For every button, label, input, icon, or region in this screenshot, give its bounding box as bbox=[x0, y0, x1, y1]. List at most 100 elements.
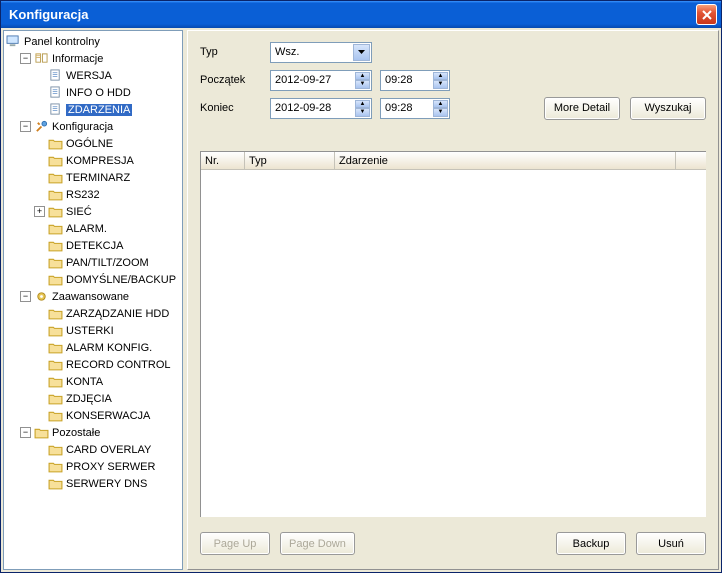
backup-button[interactable]: Backup bbox=[556, 532, 626, 555]
chevron-down-icon[interactable]: ▼ bbox=[355, 80, 370, 89]
tree-card-overlay[interactable]: CARD OVERLAY bbox=[34, 441, 180, 458]
tree-zdarzenia[interactable]: ZDARZENIA bbox=[34, 101, 180, 118]
tree-kompresja-label: KOMPRESJA bbox=[66, 155, 134, 167]
tree-root-node[interactable]: Panel kontrolny bbox=[6, 33, 180, 50]
collapse-icon[interactable]: − bbox=[20, 53, 31, 64]
folder-icon bbox=[48, 409, 63, 422]
tree-wersja[interactable]: WERSJA bbox=[34, 67, 180, 84]
tree-zarz-hdd[interactable]: ZARZĄDZANIE HDD bbox=[34, 305, 180, 322]
typ-label: Typ bbox=[200, 46, 270, 58]
chevron-up-icon[interactable]: ▲ bbox=[433, 100, 448, 109]
tree-zaawansowane[interactable]: − Zaawansowane bbox=[20, 288, 180, 305]
typ-value: Wsz. bbox=[275, 46, 299, 58]
folder-icon bbox=[48, 154, 63, 167]
folder-icon bbox=[34, 426, 49, 439]
koniec-date-input[interactable]: 2012-09-28 ▲▼ bbox=[270, 98, 372, 119]
tree-zdarzenia-label: ZDARZENIA bbox=[66, 104, 132, 116]
col-empty[interactable] bbox=[676, 152, 706, 169]
main-panel: Typ Wsz. Początek 2012-09-27 ▲▼ 09:28 ▲▼ bbox=[187, 30, 719, 570]
expand-icon[interactable]: + bbox=[34, 206, 45, 217]
tree-konserwacja[interactable]: KONSERWACJA bbox=[34, 407, 180, 424]
tree-usterki[interactable]: USTERKI bbox=[34, 322, 180, 339]
tree-alarm[interactable]: ALARM. bbox=[34, 220, 180, 237]
tree-pozostale[interactable]: − Pozostałe bbox=[20, 424, 180, 441]
tree-siec[interactable]: +SIEĆ bbox=[34, 203, 180, 220]
tree-record-control[interactable]: RECORD CONTROL bbox=[34, 356, 180, 373]
folder-icon bbox=[48, 341, 63, 354]
poczatek-time-input[interactable]: 09:28 ▲▼ bbox=[380, 70, 450, 91]
tree-serwery-dns[interactable]: SERWERY DNS bbox=[34, 475, 180, 492]
tree-domyslne[interactable]: DOMYŚLNE/BACKUP bbox=[34, 271, 180, 288]
page-icon bbox=[48, 103, 63, 116]
tree-detekcja[interactable]: DETEKCJA bbox=[34, 237, 180, 254]
row-typ: Typ Wsz. bbox=[200, 41, 706, 63]
spinner-buttons[interactable]: ▲▼ bbox=[355, 100, 370, 117]
page-up-button[interactable]: Page Up bbox=[200, 532, 270, 555]
tree-alarm-label: ALARM. bbox=[66, 223, 107, 235]
folder-icon bbox=[48, 443, 63, 456]
col-nr[interactable]: Nr. bbox=[201, 152, 245, 169]
tree-rs232-label: RS232 bbox=[66, 189, 100, 201]
tree-konfiguracja[interactable]: − Konfiguracja bbox=[20, 118, 180, 135]
tree-konta-label: KONTA bbox=[66, 376, 103, 388]
chevron-up-icon[interactable]: ▲ bbox=[355, 100, 370, 109]
typ-dropdown[interactable]: Wsz. bbox=[270, 42, 372, 63]
tree-info-hdd-label: INFO O HDD bbox=[66, 87, 131, 99]
tree-rs232[interactable]: RS232 bbox=[34, 186, 180, 203]
folder-icon bbox=[48, 273, 63, 286]
tree-alarm-konfig[interactable]: ALARM KONFIG. bbox=[34, 339, 180, 356]
tree-ptz[interactable]: PAN/TILT/ZOOM bbox=[34, 254, 180, 271]
more-detail-button[interactable]: More Detail bbox=[544, 97, 620, 120]
nav-tree[interactable]: Panel kontrolny − Informacje WERSJA bbox=[3, 30, 183, 570]
wyszukaj-button[interactable]: Wyszukaj bbox=[630, 97, 706, 120]
folder-icon bbox=[48, 307, 63, 320]
spinner-buttons[interactable]: ▲▼ bbox=[433, 100, 448, 117]
folder-icon bbox=[48, 205, 63, 218]
folder-icon bbox=[48, 188, 63, 201]
poczatek-label: Początek bbox=[200, 74, 270, 86]
folder-icon bbox=[48, 239, 63, 252]
koniec-date-value: 2012-09-28 bbox=[275, 102, 331, 114]
tree-card-overlay-label: CARD OVERLAY bbox=[66, 444, 151, 456]
koniec-time-input[interactable]: 09:28 ▲▼ bbox=[380, 98, 450, 119]
tree-terminarz[interactable]: TERMINARZ bbox=[34, 169, 180, 186]
folder-icon bbox=[48, 477, 63, 490]
close-button[interactable] bbox=[696, 4, 717, 25]
tree-zdjecia[interactable]: ZDJĘCIA bbox=[34, 390, 180, 407]
window-body: Panel kontrolny − Informacje WERSJA bbox=[1, 28, 721, 572]
tree-info-hdd[interactable]: INFO O HDD bbox=[34, 84, 180, 101]
col-typ[interactable]: Typ bbox=[245, 152, 335, 169]
poczatek-time-value: 09:28 bbox=[385, 74, 413, 86]
tree-ogolne[interactable]: OGÓLNE bbox=[34, 135, 180, 152]
tree-usterki-label: USTERKI bbox=[66, 325, 114, 337]
usun-button[interactable]: Usuń bbox=[636, 532, 706, 555]
tree-proxy-serwer[interactable]: PROXY SERWER bbox=[34, 458, 180, 475]
chevron-down-icon[interactable]: ▼ bbox=[433, 108, 448, 117]
chevron-up-icon[interactable]: ▲ bbox=[433, 72, 448, 81]
chevron-down-icon[interactable]: ▼ bbox=[433, 80, 448, 89]
spinner-buttons[interactable]: ▲▼ bbox=[433, 72, 448, 89]
collapse-icon[interactable]: − bbox=[20, 427, 31, 438]
folder-icon bbox=[48, 460, 63, 473]
koniec-label: Koniec bbox=[200, 102, 270, 114]
tree-informacje-label: Informacje bbox=[52, 53, 103, 65]
collapse-icon[interactable]: − bbox=[20, 291, 31, 302]
tree-kompresja[interactable]: KOMPRESJA bbox=[34, 152, 180, 169]
poczatek-date-input[interactable]: 2012-09-27 ▲▼ bbox=[270, 70, 372, 91]
chevron-up-icon[interactable]: ▲ bbox=[355, 72, 370, 81]
events-table[interactable]: Nr. Typ Zdarzenie bbox=[200, 151, 706, 517]
spinner-buttons[interactable]: ▲▼ bbox=[355, 72, 370, 89]
tree-konta[interactable]: KONTA bbox=[34, 373, 180, 390]
folder-icon bbox=[48, 222, 63, 235]
tree-informacje[interactable]: − Informacje bbox=[20, 50, 180, 67]
collapse-icon[interactable]: − bbox=[20, 121, 31, 132]
page-down-button[interactable]: Page Down bbox=[280, 532, 355, 555]
table-header: Nr. Typ Zdarzenie bbox=[201, 152, 706, 170]
col-zdarzenie[interactable]: Zdarzenie bbox=[335, 152, 676, 169]
chevron-down-icon[interactable] bbox=[353, 44, 370, 61]
tree-serwery-dns-label: SERWERY DNS bbox=[66, 478, 147, 490]
row-koniec: Koniec 2012-09-28 ▲▼ 09:28 ▲▼ More Detai… bbox=[200, 97, 706, 119]
chevron-down-icon[interactable]: ▼ bbox=[355, 108, 370, 117]
tree-zarz-hdd-label: ZARZĄDZANIE HDD bbox=[66, 308, 169, 320]
poczatek-date-value: 2012-09-27 bbox=[275, 74, 331, 86]
